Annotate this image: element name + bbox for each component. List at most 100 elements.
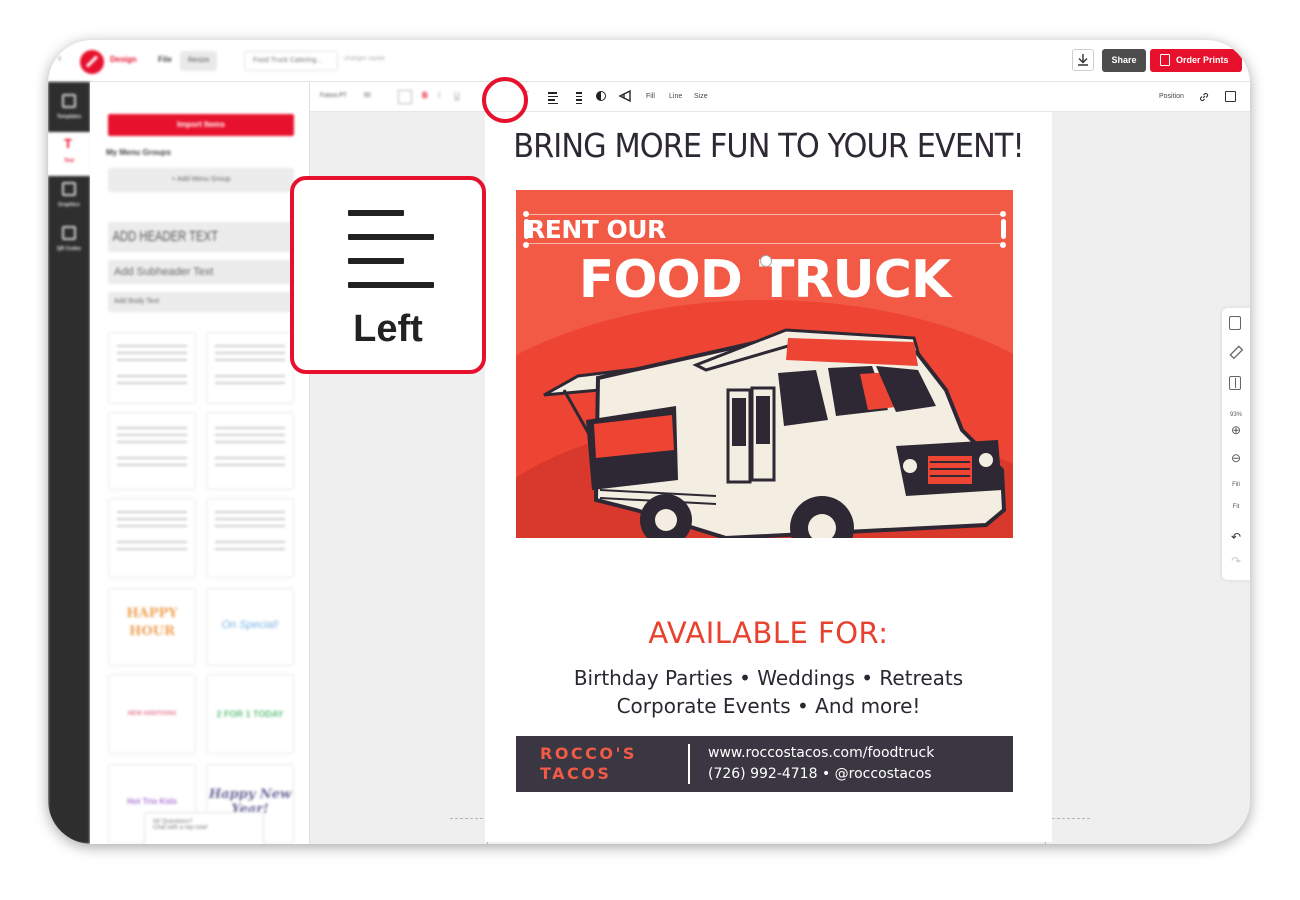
rail-graphics[interactable]: Graphics xyxy=(48,176,90,220)
effects-icon[interactable] xyxy=(618,90,632,102)
align-left-icon[interactable] xyxy=(548,92,558,106)
zoom-in-icon[interactable]: ⊕ xyxy=(1222,423,1250,437)
events-text[interactable]: Birthday Parties • Weddings • Retreats C… xyxy=(485,664,1052,720)
app-window: ‹ Design File Resize Food Truck Catering… xyxy=(48,40,1250,844)
events-line-2: Corporate Events • And more! xyxy=(616,694,921,718)
order-prints-button[interactable]: Order Prints xyxy=(1150,49,1242,72)
import-items-button[interactable]: Import Items xyxy=(108,114,294,136)
zoom-percent: 93% xyxy=(1229,412,1242,418)
text-template-tile[interactable] xyxy=(206,332,294,404)
logo-icon xyxy=(80,50,104,74)
file-menu[interactable]: File xyxy=(158,55,172,64)
back-arrow-icon[interactable]: ‹ xyxy=(58,53,61,64)
brand-name: Design xyxy=(110,55,137,64)
two-for-one-tile[interactable]: 2 FOR 1 TODAY xyxy=(206,674,294,754)
align-left-callout: Left xyxy=(290,176,486,374)
font-size-dropdown[interactable]: 50 xyxy=(364,93,371,99)
undo-icon[interactable]: ↶ xyxy=(1222,530,1250,544)
order-prints-label: Order Prints xyxy=(1176,55,1229,65)
print-icon xyxy=(1160,54,1170,66)
events-line-1: Birthday Parties • Weddings • Retreats xyxy=(573,666,964,690)
top-bar: ‹ Design File Resize Food Truck Catering… xyxy=(48,40,1250,82)
new-additions-tile[interactable]: NEW ADDITIONS xyxy=(108,674,196,754)
rail-text-label: Text xyxy=(64,158,74,164)
new-additions-text: NEW ADDITIONS xyxy=(127,711,177,717)
bold-icon[interactable]: B xyxy=(422,91,428,100)
page-view-icon[interactable] xyxy=(1229,316,1241,330)
on-special-text: On Special! xyxy=(221,619,279,631)
text-icon: T xyxy=(64,136,72,151)
size-button[interactable]: Size xyxy=(694,93,708,100)
font-name-dropdown[interactable]: Futura PT xyxy=(320,93,347,99)
add-menu-group-button[interactable]: + Add Menu Group xyxy=(108,168,294,192)
brand-line-1: ROCCO'S xyxy=(540,744,637,763)
text-template-tile[interactable] xyxy=(108,332,196,404)
menu-groups-label: My Menu Groups xyxy=(106,148,171,157)
contact-block: www.roccostacos.com/foodtruck (726) 992-… xyxy=(708,743,934,785)
text-color-swatch[interactable] xyxy=(398,90,412,104)
rail-graphics-label: Graphics xyxy=(58,202,80,208)
rail-qr-label: QR Codes xyxy=(56,246,82,252)
happy-hour-tile[interactable]: HAPPY HOUR xyxy=(108,588,196,666)
zoom-fit-button[interactable]: Fit xyxy=(1222,504,1250,510)
help-subtitle: Chat with a rep now! xyxy=(153,825,208,831)
brand-line-2: TACOS xyxy=(540,764,612,783)
rail-templates[interactable]: Templates xyxy=(48,88,90,132)
fill-button[interactable]: Fill xyxy=(646,93,655,100)
website-url: www.roccostacos.com/foodtruck xyxy=(708,745,935,761)
callout-label: Left xyxy=(353,308,423,350)
hot-trio-text: Hot Trio Kids xyxy=(127,797,177,806)
available-for-heading[interactable]: AVAILABLE FOR: xyxy=(485,616,1052,650)
saved-status: changes saved xyxy=(344,56,385,62)
add-header-text[interactable]: ADD HEADER TEXT xyxy=(108,222,294,252)
add-body-text[interactable]: Add Body Text xyxy=(108,292,294,312)
redo-icon[interactable]: ↷ xyxy=(1222,554,1250,568)
position-button[interactable]: Position xyxy=(1159,93,1184,100)
share-button[interactable]: Share xyxy=(1102,49,1146,72)
food-truck-illustration[interactable] xyxy=(516,190,1013,538)
zoom-fill-button[interactable]: Fill xyxy=(1222,482,1250,488)
unlock-icon[interactable] xyxy=(1249,90,1250,103)
file-name-field[interactable]: Food Truck Catering... xyxy=(244,51,338,71)
columns-icon-divider xyxy=(1235,378,1236,388)
help-bubble[interactable]: Hi! Questions? Chat with a rep now! xyxy=(144,812,264,844)
brand-block: ROCCO'S TACOS xyxy=(540,744,637,784)
opacity-icon[interactable] xyxy=(596,91,606,101)
highlight-circle xyxy=(482,77,528,123)
underline-icon[interactable]: U xyxy=(454,91,460,100)
download-button[interactable] xyxy=(1072,49,1094,71)
ruler-icon[interactable] xyxy=(1228,344,1244,360)
add-subheader-text[interactable]: Add Subheader Text xyxy=(108,260,294,284)
qr-code-icon xyxy=(62,226,76,240)
line-spacing-icon[interactable] xyxy=(576,92,582,106)
phone-social: (726) 992-4718 • @roccostacos xyxy=(708,766,932,782)
poster-headline[interactable]: BRING MORE FUN TO YOUR EVENT! xyxy=(508,126,1030,165)
left-rail: Templates T Text Graphics QR Codes xyxy=(48,82,90,844)
link-icon[interactable] xyxy=(1198,91,1210,103)
text-panel: Import Items My Menu Groups + Add Menu G… xyxy=(90,82,310,844)
zoom-out-icon[interactable]: ⊖ xyxy=(1222,451,1250,465)
font-controls: Futura PT 50 B I U xyxy=(320,90,480,106)
format-toolbar: Futura PT 50 B I U T Fill Line Size Posi… xyxy=(310,82,1250,112)
resize-button[interactable]: Resize xyxy=(180,51,218,71)
rail-qr-codes[interactable]: QR Codes xyxy=(48,220,90,264)
contact-divider xyxy=(688,744,690,784)
template-icon xyxy=(62,94,76,108)
text-template-tile[interactable] xyxy=(206,498,294,578)
duplicate-icon[interactable] xyxy=(1225,91,1236,102)
poster-graphic[interactable]: RENT OUR FOOD TRUCK xyxy=(516,190,1013,538)
italic-icon[interactable]: I xyxy=(438,91,440,100)
rail-templates-label: Templates xyxy=(56,114,82,120)
text-template-tile[interactable] xyxy=(108,498,196,578)
line-button[interactable]: Line xyxy=(669,93,682,100)
contact-band[interactable]: ROCCO'S TACOS www.roccostacos.com/foodtr… xyxy=(516,736,1013,792)
rail-text[interactable]: T Text xyxy=(48,132,90,176)
text-template-tile[interactable] xyxy=(206,412,294,490)
two-for-one-text: 2 FOR 1 TODAY xyxy=(216,709,284,719)
right-tool-panel: 93% ⊕ ⊖ Fill Fit ↶ ↷ xyxy=(1222,308,1250,580)
happy-hour-text: HAPPY HOUR xyxy=(126,606,178,639)
text-template-tile[interactable] xyxy=(108,412,196,490)
design-page[interactable]: BRING MORE FUN TO YOUR EVENT! RENT OUR F… xyxy=(485,112,1052,842)
graphics-icon xyxy=(62,182,76,196)
on-special-tile[interactable]: On Special! xyxy=(206,588,294,666)
